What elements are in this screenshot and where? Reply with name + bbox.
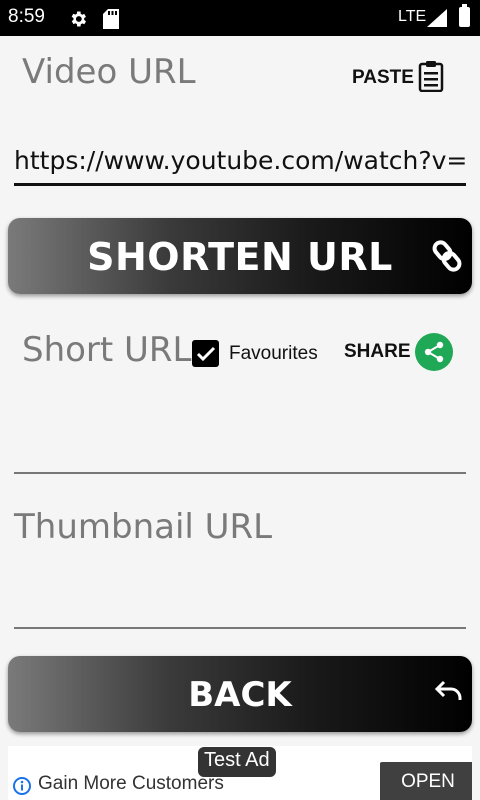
short-url-label: Short URL — [22, 330, 192, 370]
paste-label: PASTE — [352, 67, 414, 88]
status-bar: 8:59 LTE — [0, 0, 480, 36]
thumbnail-url-field[interactable] — [14, 627, 466, 629]
battery-icon — [459, 4, 470, 27]
share-icon — [414, 333, 453, 371]
status-time: 8:59 — [8, 6, 45, 27]
thumbnail-url-label: Thumbnail URL — [14, 507, 273, 547]
clipboard-icon — [418, 60, 444, 96]
short-url-field[interactable] — [14, 472, 466, 474]
info-icon[interactable] — [12, 776, 32, 800]
signal-icon — [427, 9, 447, 31]
link-icon — [432, 238, 462, 278]
test-ad-badge: Test Ad — [198, 747, 276, 777]
share-button[interactable]: SHARE — [344, 333, 453, 371]
network-type: LTE — [398, 8, 427, 25]
back-label: BACK — [188, 675, 292, 715]
check-icon — [196, 346, 215, 361]
paste-button[interactable]: PASTE — [352, 60, 444, 96]
video-url-input[interactable]: https://www.youtube.com/watch?v=8z — [14, 140, 466, 186]
ad-text: Gain More Customers — [38, 773, 224, 794]
favourites-toggle[interactable]: Favourites — [192, 340, 318, 367]
favourites-checkbox[interactable] — [192, 340, 219, 367]
shorten-url-label: SHORTEN URL — [87, 235, 393, 279]
favourites-label: Favourites — [229, 342, 318, 364]
back-arrow-icon — [434, 680, 464, 706]
sd-card-icon — [103, 9, 119, 33]
shorten-url-button[interactable]: SHORTEN URL — [8, 218, 472, 294]
gear-icon — [68, 9, 88, 33]
share-label: SHARE — [344, 341, 411, 362]
back-button[interactable]: BACK — [8, 656, 472, 732]
ad-open-button[interactable]: OPEN — [380, 762, 472, 800]
video-url-label: Video URL — [22, 52, 196, 92]
